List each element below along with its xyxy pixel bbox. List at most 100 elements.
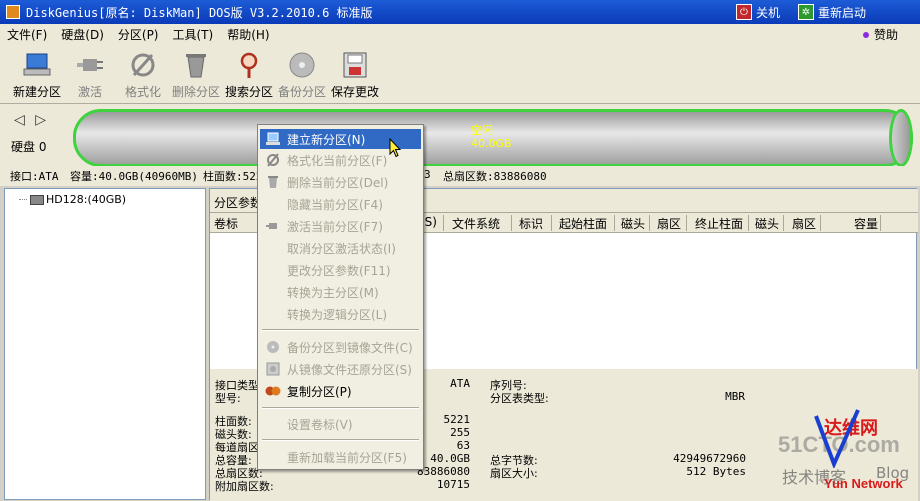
free-size: 40.0GB [471, 137, 512, 150]
sponsor-label: 赞助 [873, 28, 898, 42]
sectors-info-frag: 3 [424, 168, 431, 181]
title-bar: DiskGenius[原名: DiskMan] DOS版 V3.2.2010.6… [0, 0, 920, 24]
disk-info-line: 接口:ATA 容量:40.0GB(40960MB) 柱面数:522 3 总扇区数… [0, 166, 920, 186]
new-partition-icon [264, 131, 282, 147]
app-icon [6, 5, 20, 19]
shutdown-button[interactable]: ⏻ 关机 [736, 3, 780, 21]
save-changes-button[interactable]: 保存更改 [326, 50, 384, 100]
tab-partition-params[interactable]: 分区参数 [214, 194, 262, 211]
capacity-info: 容量:40.0GB(40960MB) [70, 170, 198, 183]
plug-icon [75, 50, 105, 80]
model-label: 型号: [215, 392, 241, 405]
menu-help[interactable]: 帮助(H) [220, 26, 276, 43]
tree-disk-label: HD128:(40GB) [46, 193, 127, 206]
format-button[interactable]: 格式化 [114, 50, 172, 100]
menu-separator [262, 439, 419, 441]
magnifier-icon [234, 50, 264, 80]
menu-disk[interactable]: 硬盘(D) [54, 26, 111, 43]
menu-convert-logical[interactable]: 转换为逻辑分区(L) [260, 304, 421, 324]
trash-icon [181, 50, 211, 80]
menu-tools[interactable]: 工具(T) [166, 26, 221, 43]
col-sector2[interactable]: 扇区 [792, 215, 816, 232]
watermark-v-logo [814, 409, 860, 468]
window-title: DiskGenius[原名: DiskMan] DOS版 V3.2.2010.6… [26, 5, 373, 20]
col-id[interactable]: 标识 [519, 215, 543, 232]
col-filesystem[interactable]: 文件系统 [452, 215, 500, 232]
format-icon [128, 50, 158, 80]
new-partition-icon [22, 50, 52, 80]
col-head2[interactable]: 磁头 [755, 215, 779, 232]
sponsor-icon [862, 31, 869, 38]
watermark: 51CTO.com 达维网 技术博客 Blog Yun Network [772, 409, 917, 498]
menu-file[interactable]: 文件(F) [0, 26, 54, 43]
prev-disk-icon[interactable]: ◁ [14, 112, 25, 128]
menu-partition[interactable]: 分区(P) [111, 26, 166, 43]
toolbar: 新建分区 激活 格式化 删除分区 搜索分区 备份分区 保存更改 [0, 44, 920, 104]
menu-hide-partition[interactable]: 隐藏当前分区(F4) [260, 194, 421, 214]
disc-icon [264, 339, 282, 355]
menu-restore-from-image[interactable]: 从镜像文件还原分区(S) [260, 359, 421, 379]
col-head1[interactable]: 磁头 [621, 215, 645, 232]
plug-icon [264, 218, 282, 234]
power-icon: ⏻ [736, 4, 752, 20]
disk-tree: HD128:(40GB) [4, 188, 206, 500]
backup-partition-label: 备份分区 [277, 85, 326, 99]
col-volume[interactable]: 卷标 [214, 215, 238, 232]
trash-icon [264, 174, 282, 190]
sector-size-label: 扇区大小: [490, 467, 538, 480]
menu-deactivate-partition[interactable]: 取消分区激活状态(I) [260, 238, 421, 258]
backup-partition-button[interactable]: 备份分区 [273, 50, 331, 100]
menu-copy-partition[interactable]: 复制分区(P) [260, 381, 421, 401]
restore-icon [264, 361, 282, 377]
menu-delete-partition[interactable]: 删除当前分区(Del) [260, 172, 421, 192]
restart-icon: ✲ [798, 4, 814, 20]
disk-nav: ◁ ▷ [14, 112, 46, 128]
sponsor-link[interactable]: 赞助 [862, 26, 898, 43]
menu-separator [262, 407, 419, 409]
menu-backup-to-image[interactable]: 备份分区到镜像文件(C) [260, 337, 421, 357]
total-sectors-info: 总扇区数:83886080 [443, 170, 547, 183]
new-partition-button[interactable]: 新建分区 [8, 50, 66, 100]
disk-label: 硬盘 0 [11, 140, 47, 154]
cylinders-info: 柱面数:522 [203, 170, 263, 183]
search-partition-label: 搜索分区 [224, 85, 273, 99]
menu-bar: 文件(F) 硬盘(D) 分区(P) 工具(T) 帮助(H) 赞助 [0, 24, 920, 44]
menu-reload-partition[interactable]: 重新加载当前分区(F5) [260, 447, 421, 467]
menu-set-volume-label[interactable]: 设置卷标(V) [260, 414, 421, 434]
col-end-cyl[interactable]: 终止柱面 [695, 215, 743, 232]
col-start-cyl[interactable]: 起始柱面 [559, 215, 607, 232]
hard-disk-icon [30, 194, 44, 205]
col-capacity[interactable]: 容量 [854, 215, 878, 232]
free-space-label: 空闲 40.0GB [471, 124, 512, 150]
format-icon [264, 152, 282, 168]
tree-disk-node[interactable]: HD128:(40GB) [19, 193, 126, 206]
delete-partition-label: 删除分区 [171, 85, 220, 99]
menu-change-params[interactable]: 更改分区参数(F11) [260, 260, 421, 280]
sector-size-value: 512 Bytes [686, 465, 746, 478]
mouse-cursor-icon [389, 138, 401, 158]
extra-sectors-value: 10715 [436, 478, 470, 491]
activate-button[interactable]: 激活 [61, 50, 119, 100]
ptable-type-label: 分区表类型: [490, 392, 549, 405]
restart-button[interactable]: ✲ 重新启动 [798, 3, 866, 21]
context-menu: 建立新分区(N) 格式化当前分区(F) 删除当前分区(Del) 隐藏当前分区(F… [257, 124, 424, 470]
menu-convert-primary[interactable]: 转换为主分区(M) [260, 282, 421, 302]
disk-map[interactable]: 空闲 40.0GB [73, 109, 913, 167]
new-partition-label: 新建分区 [12, 85, 61, 99]
menu-activate-partition[interactable]: 激活当前分区(F7) [260, 216, 421, 236]
search-partition-button[interactable]: 搜索分区 [220, 50, 278, 100]
activate-label: 激活 [77, 85, 102, 99]
free-label: 空闲 [471, 124, 493, 137]
menu-separator [262, 329, 419, 331]
extra-sectors-label: 附加扇区数: [215, 480, 274, 493]
ptable-type-value: MBR [725, 390, 745, 403]
restart-label: 重新启动 [818, 5, 867, 20]
save-icon [340, 50, 370, 80]
delete-partition-button[interactable]: 删除分区 [167, 50, 225, 100]
disk-map-cap [889, 109, 913, 167]
next-disk-icon[interactable]: ▷ [35, 112, 46, 128]
format-label: 格式化 [124, 85, 161, 99]
col-sector1[interactable]: 扇区 [657, 215, 681, 232]
total-bytes-value: 42949672960 [673, 452, 746, 465]
shutdown-label: 关机 [756, 5, 781, 20]
